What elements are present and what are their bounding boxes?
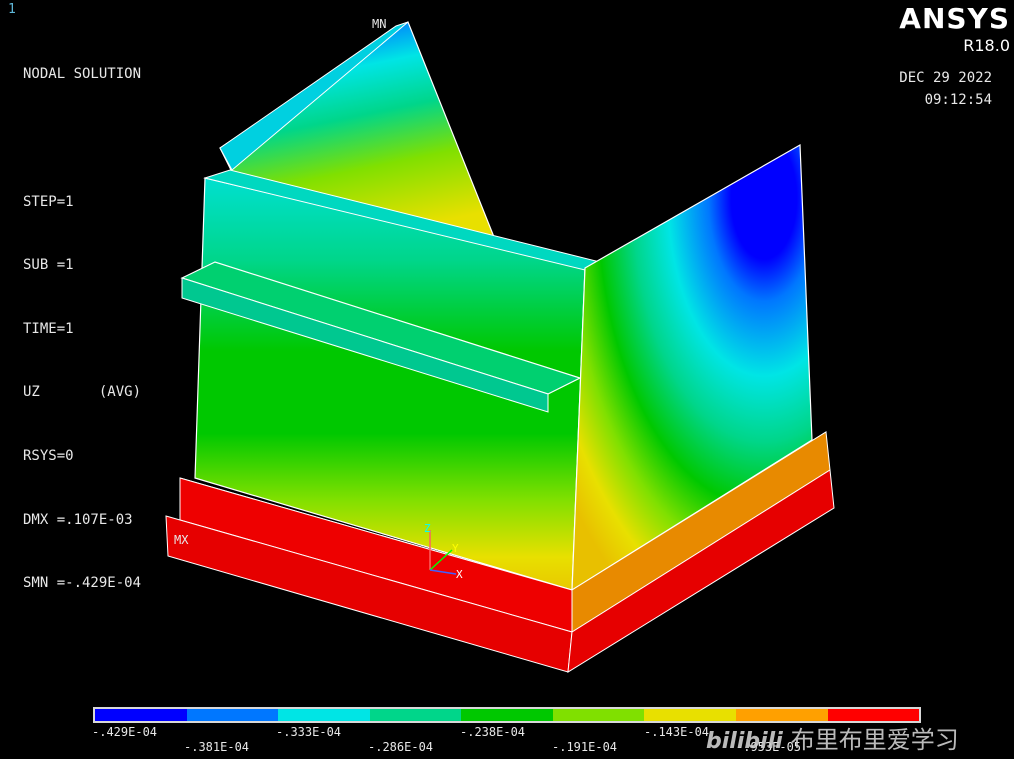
contour-model-view[interactable]: Z Y X MN MX (0, 0, 1014, 700)
legend-tick-top-2: -.333E-04 (276, 725, 342, 739)
bilibili-logo: bilibili (706, 729, 783, 754)
legend-swatch-1 (95, 709, 187, 721)
legend-tick-bottom-3: -.191E-04 (552, 740, 618, 754)
axis-z-label: Z (424, 522, 431, 535)
legend-tick-bottom-2: -.286E-04 (368, 740, 434, 754)
legend-tick-top-4: -.143E-04 (644, 725, 710, 739)
legend-swatch-6 (552, 709, 645, 721)
watermark-text: 布里布里爱学习 (790, 726, 959, 754)
watermark: bilibili 布里布里爱学习 (706, 720, 959, 755)
axis-y-label: Y (452, 542, 459, 555)
min-marker: MN (372, 17, 386, 31)
legend-tick-top-1: -.429E-04 (92, 725, 158, 739)
legend-swatch-2 (186, 709, 279, 721)
legend-tick-top-3: -.238E-04 (460, 725, 526, 739)
legend-tick-bottom-1: -.381E-04 (184, 740, 250, 754)
legend-swatch-3 (278, 709, 370, 721)
max-marker: MX (174, 533, 189, 547)
legend-swatch-5 (461, 709, 553, 721)
legend-swatch-4 (369, 709, 462, 721)
axis-x-label: X (456, 568, 463, 581)
